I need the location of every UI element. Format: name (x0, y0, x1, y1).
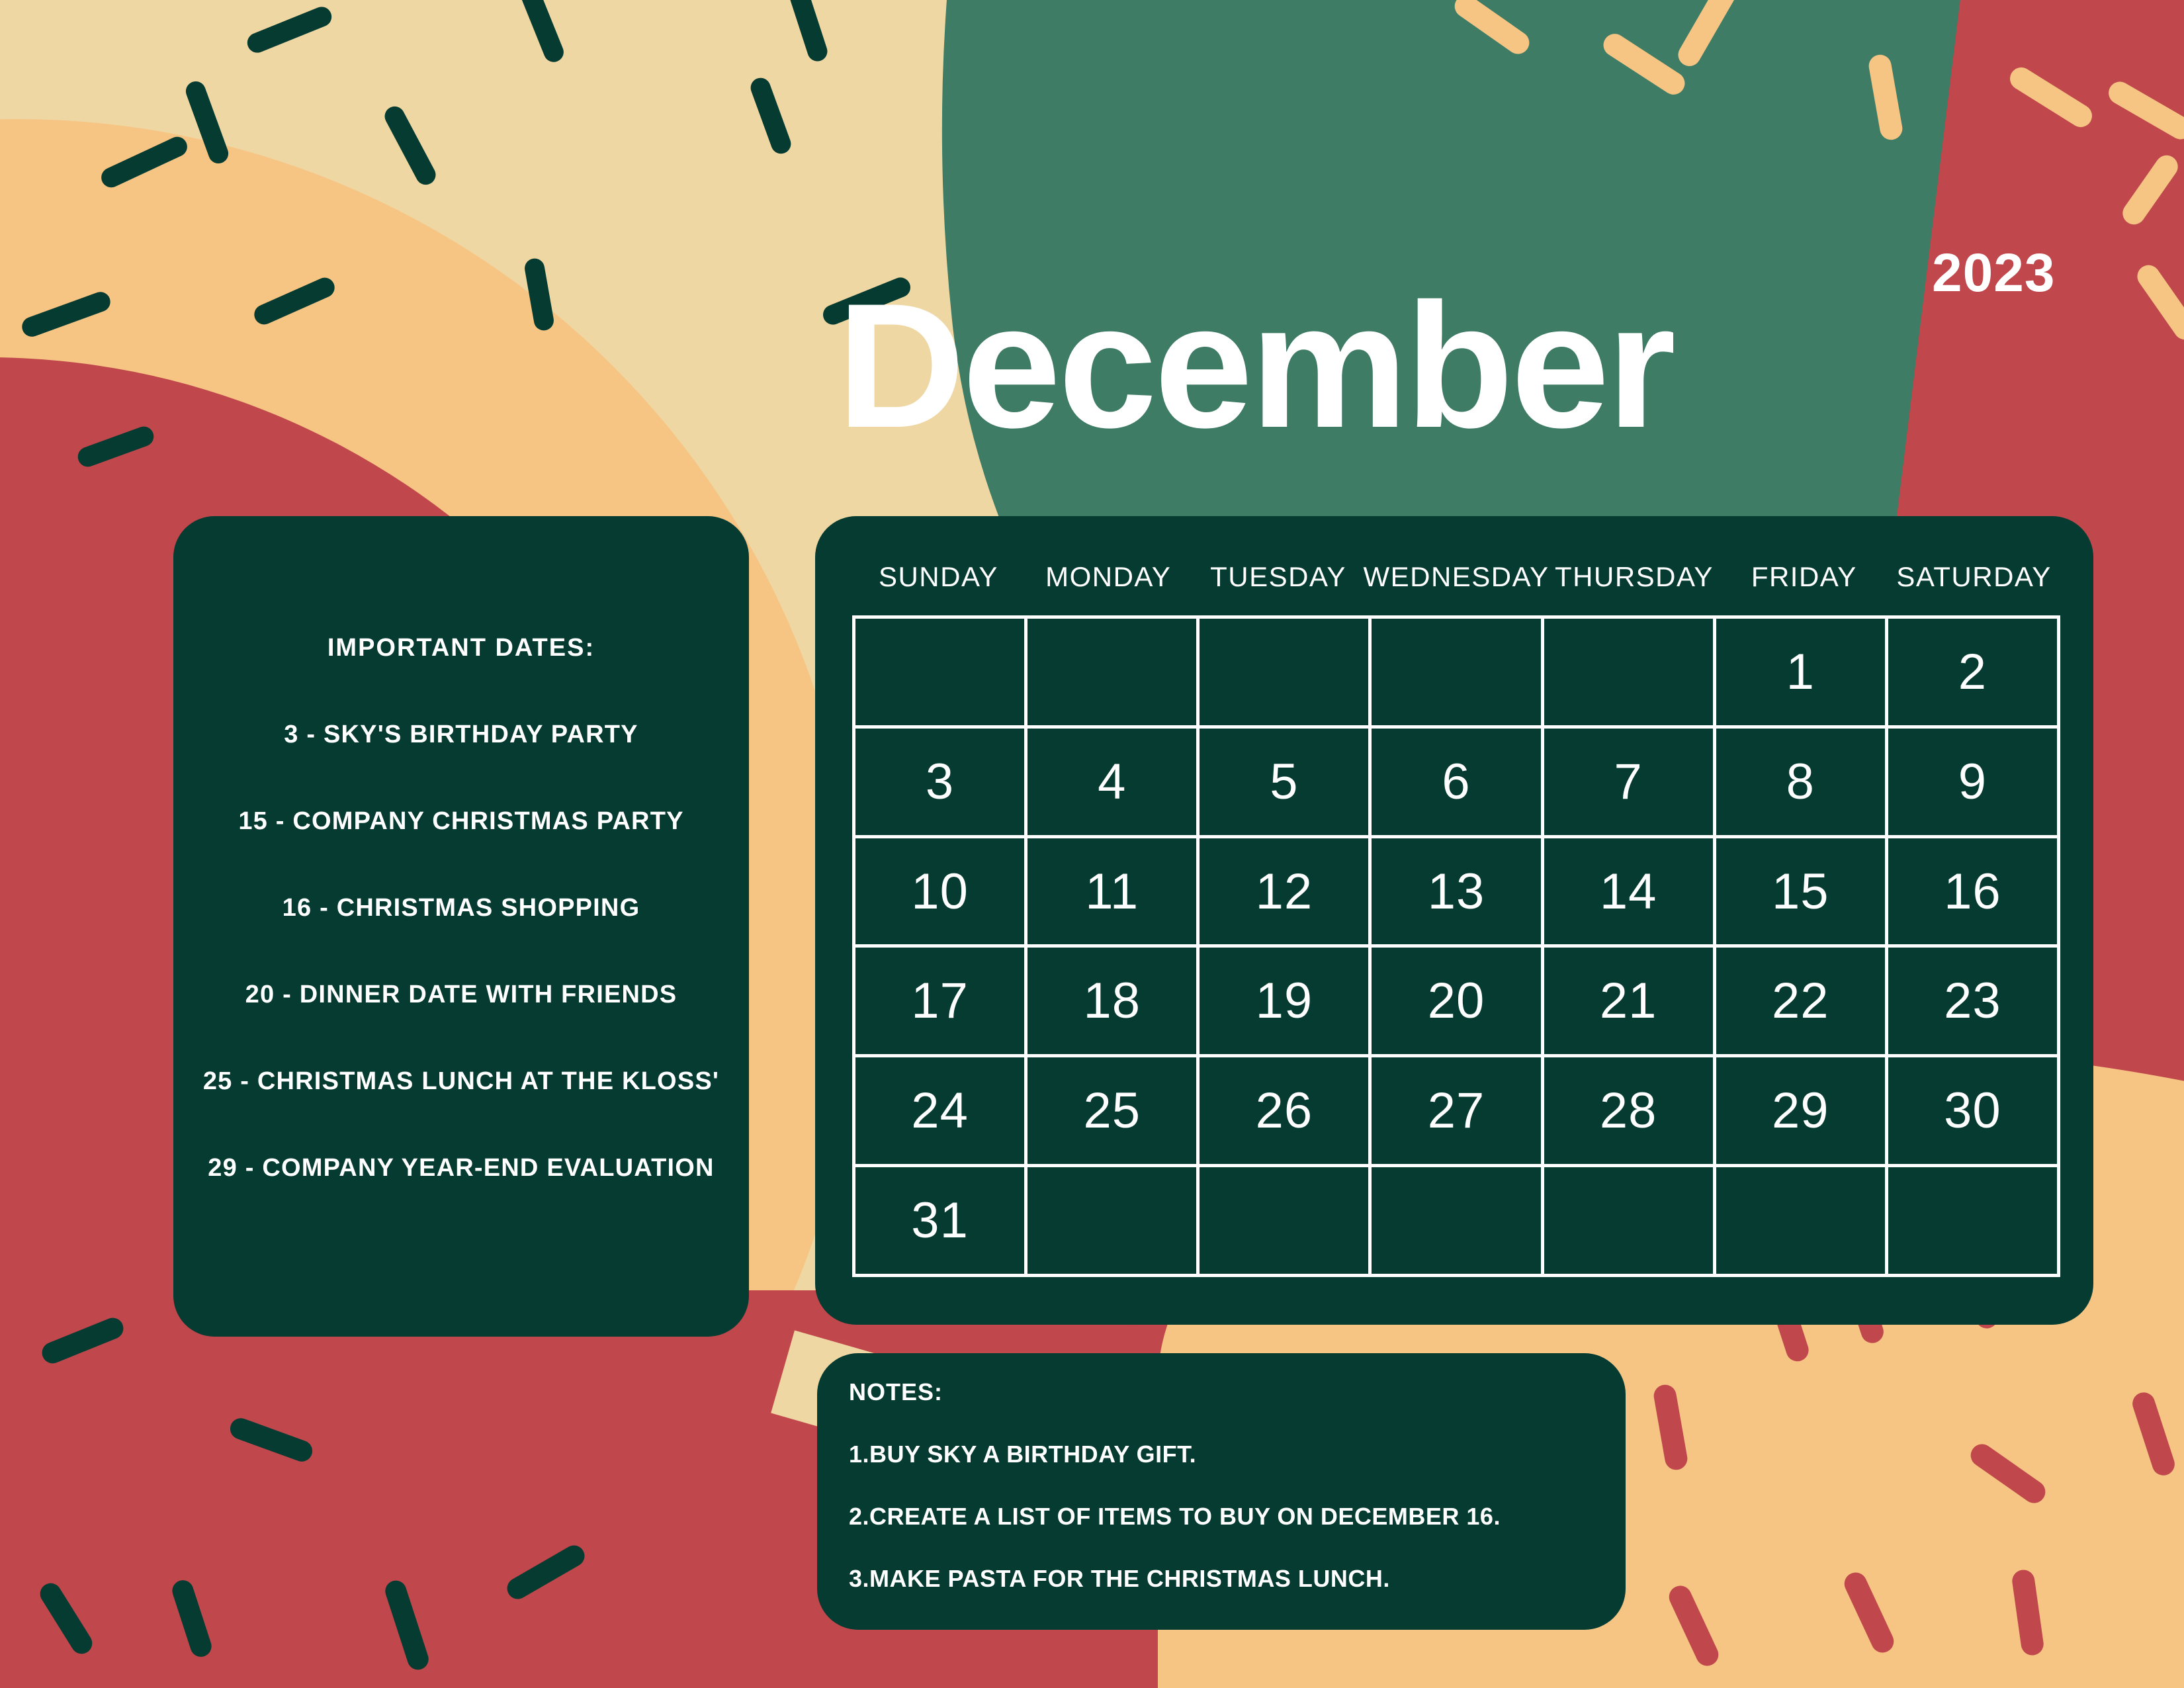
calendar-day-cell[interactable]: 28 (1544, 1057, 1716, 1168)
calendar-day-cell[interactable]: 7 (1544, 728, 1716, 838)
calendar-card: SUNDAY MONDAY TUESDAY WEDNESDAY THURSDAY FRID… (815, 516, 2093, 1325)
calendar-day-cell[interactable]: 4 (1027, 728, 1200, 838)
important-date-item: 20 - DINNER DATE WITH FRIENDS (245, 981, 677, 1008)
important-date-item: 25 - CHRISTMAS LUNCH AT THE KLOSS' (202, 1067, 720, 1095)
calendar-empty-cell (1544, 1167, 1716, 1277)
calendar-empty-cell (1200, 619, 1372, 729)
calendar-day-cell[interactable]: 20 (1372, 948, 1544, 1058)
calendar-day-cell[interactable]: 25 (1027, 1057, 1200, 1168)
notes-title: NOTES: (849, 1378, 943, 1405)
weekday-label: TUESDAY (1210, 561, 1346, 592)
weekday-label: WEDNESDAY (1363, 561, 1550, 592)
calendar-empty-cell (1544, 619, 1716, 729)
calendar-day-cell[interactable]: 26 (1200, 1057, 1372, 1168)
weekday-header-row: SUNDAY MONDAY TUESDAY WEDNESDAY THURSDAY FRID… (853, 561, 2059, 593)
calendar-day-cell[interactable]: 9 (1888, 728, 2060, 838)
month-title: December (837, 266, 1676, 465)
calendar-grid: 1 2 3 4 5 6 7 8 9 10 11 12 13 14 15 16 17 18 19 20 21 22 23 24 2… (852, 615, 2060, 1277)
note-item: 2.CREATE A LIST OF ITEMS TO BUY ON DECEM… (849, 1503, 1501, 1530)
calendar-day-cell[interactable]: 1 (1716, 619, 1888, 729)
calendar-empty-cell (1027, 1167, 1200, 1277)
important-date-item: 15 - COMPANY CHRISTMAS PARTY (238, 807, 684, 835)
important-dates-content: IMPORTANT DATES: 3 - SKY'S BIRTHDAY PART… (173, 516, 749, 1337)
calendar-empty-cell (1027, 619, 1200, 729)
calendar-day-cell[interactable]: 21 (1544, 948, 1716, 1058)
calendar-day-cell[interactable]: 10 (855, 838, 1028, 948)
important-date-item: 29 - COMPANY YEAR-END EVALUATION (208, 1154, 715, 1182)
notes-list: 1.BUY SKY A BIRTHDAY GIFT. 2.CREATE A LIS… (849, 1441, 1599, 1593)
weekday-label: SATURDAY (1896, 561, 2052, 592)
calendar-day-cell[interactable]: 30 (1888, 1057, 2060, 1168)
important-dates-list: 3 - SKY'S BIRTHDAY PARTY 15 - COMPANY CHR… (202, 721, 720, 1182)
calendar-day-cell[interactable]: 27 (1372, 1057, 1544, 1168)
calendar-day-cell[interactable]: 12 (1200, 838, 1372, 948)
calendar-day-cell[interactable]: 15 (1716, 838, 1888, 948)
note-item: 3.MAKE PASTA FOR THE CHRISTMAS LUNCH. (849, 1565, 1390, 1592)
poster-header: 2023 December (0, 0, 2184, 516)
important-date-item: 16 - CHRISTMAS SHOPPING (282, 894, 640, 922)
weekday-label: MONDAY (1045, 561, 1172, 592)
calendar-day-cell[interactable]: 18 (1027, 948, 1200, 1058)
calendar-day-cell[interactable]: 22 (1716, 948, 1888, 1058)
note-item: 1.BUY SKY A BIRTHDAY GIFT. (849, 1441, 1197, 1468)
calendar-day-cell[interactable]: 2 (1888, 619, 2060, 729)
calendar-empty-cell (1716, 1167, 1888, 1277)
calendar-day-cell[interactable]: 19 (1200, 948, 1372, 1058)
weekday-label: THURSDAY (1555, 561, 1714, 592)
calendar-day-cell[interactable]: 13 (1372, 838, 1544, 948)
important-dates-title: IMPORTANT DATES: (327, 634, 595, 662)
weekday-label: SUNDAY (878, 561, 998, 592)
calendar-day-cell[interactable]: 31 (855, 1167, 1028, 1277)
calendar-empty-cell (1372, 1167, 1544, 1277)
important-dates-card: IMPORTANT DATES: 3 - SKY'S BIRTHDAY PART… (173, 516, 749, 1337)
calendar-day-cell[interactable]: 16 (1888, 838, 2060, 948)
calendar-empty-cell (855, 619, 1028, 729)
calendar-empty-cell (1372, 619, 1544, 729)
weekday-label: FRIDAY (1751, 561, 1857, 592)
notes-content: NOTES: 1.BUY SKY A BIRTHDAY GIFT. 2.CREAT… (817, 1353, 1626, 1630)
notes-card: NOTES: 1.BUY SKY A BIRTHDAY GIFT. 2.CREAT… (817, 1353, 1626, 1630)
calendar-day-cell[interactable]: 24 (855, 1057, 1028, 1168)
calendar-day-cell[interactable]: 3 (855, 728, 1028, 838)
calendar-poster: 2023 December IMPORTANT DATES: 3 - SKY'S… (0, 0, 2184, 1688)
calendar-day-cell[interactable]: 17 (855, 948, 1028, 1058)
calendar-day-cell[interactable]: 29 (1716, 1057, 1888, 1168)
important-date-item: 3 - SKY'S BIRTHDAY PARTY (284, 721, 638, 748)
calendar-day-cell[interactable]: 8 (1716, 728, 1888, 838)
calendar-empty-cell (1888, 1167, 2060, 1277)
calendar-day-cell[interactable]: 6 (1372, 728, 1544, 838)
calendar-day-cell[interactable]: 5 (1200, 728, 1372, 838)
calendar-day-cell[interactable]: 11 (1027, 838, 1200, 948)
calendar-day-cell[interactable]: 23 (1888, 948, 2060, 1058)
calendar-empty-cell (1200, 1167, 1372, 1277)
year-label: 2023 (1932, 243, 2056, 303)
calendar-day-cell[interactable]: 14 (1544, 838, 1716, 948)
